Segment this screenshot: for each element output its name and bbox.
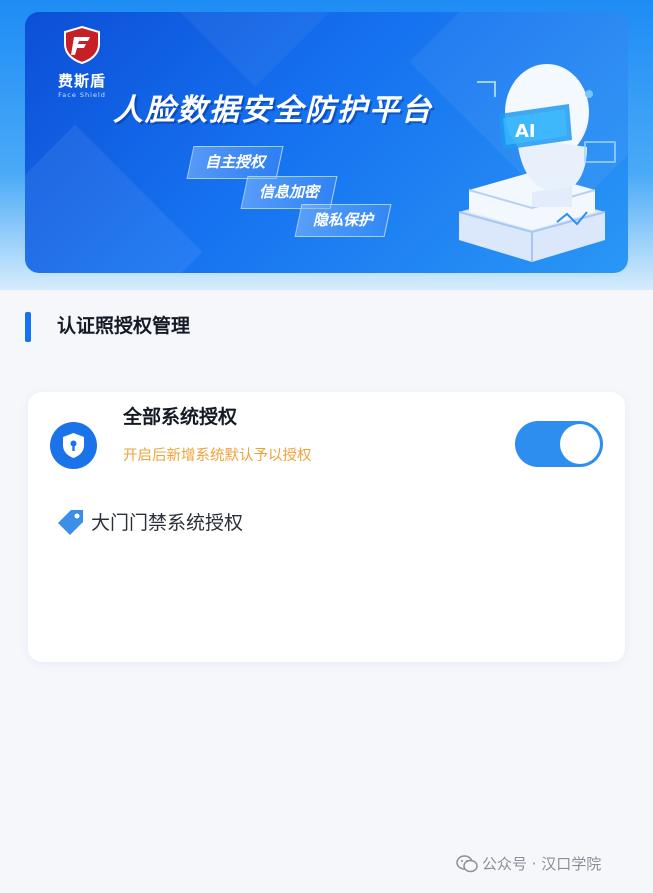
banner-tag: 自主授权 bbox=[186, 146, 284, 179]
authorization-card: 全部系统授权 开启后新增系统默认予以授权 大门门禁系统授权 bbox=[28, 392, 625, 662]
banner-title: 人脸数据安全防护平台 bbox=[113, 93, 433, 128]
promo-banner[interactable]: 费斯盾 Face Shield 人脸数据安全防护平台 自主授权 信息加密 隐私保… bbox=[25, 12, 628, 273]
section-accent-bar bbox=[25, 312, 31, 342]
footer-text: 公众号 · 汉口学院 bbox=[482, 855, 602, 873]
footer-watermark: 公众号 · 汉口学院 bbox=[456, 853, 601, 875]
all-systems-title: 全部系统授权 bbox=[123, 406, 238, 428]
shield-lock-icon bbox=[50, 422, 97, 469]
banner-decoration bbox=[25, 124, 203, 273]
logo-english-name: Face Shield bbox=[58, 91, 106, 99]
tag-icon bbox=[58, 510, 83, 535]
ai-robot-head-illustration: AI bbox=[458, 64, 616, 262]
all-systems-description: 开启后新增系统默认予以授权 bbox=[123, 448, 312, 464]
shield-logo-icon bbox=[64, 25, 100, 65]
gate-access-system-item[interactable]: 大门门禁系统授权 bbox=[91, 508, 243, 535]
toggle-knob bbox=[560, 424, 600, 464]
wechat-icon bbox=[456, 855, 478, 873]
brand-logo: 费斯盾 Face Shield bbox=[55, 25, 109, 99]
all-systems-toggle[interactable] bbox=[515, 421, 603, 467]
logo-chinese-name: 费斯盾 bbox=[57, 72, 106, 90]
banner-tag: 隐私保护 bbox=[294, 204, 392, 237]
svg-text:AI: AI bbox=[515, 121, 536, 142]
section-title: 认证照授权管理 bbox=[57, 315, 191, 337]
banner-decoration bbox=[170, 12, 340, 87]
